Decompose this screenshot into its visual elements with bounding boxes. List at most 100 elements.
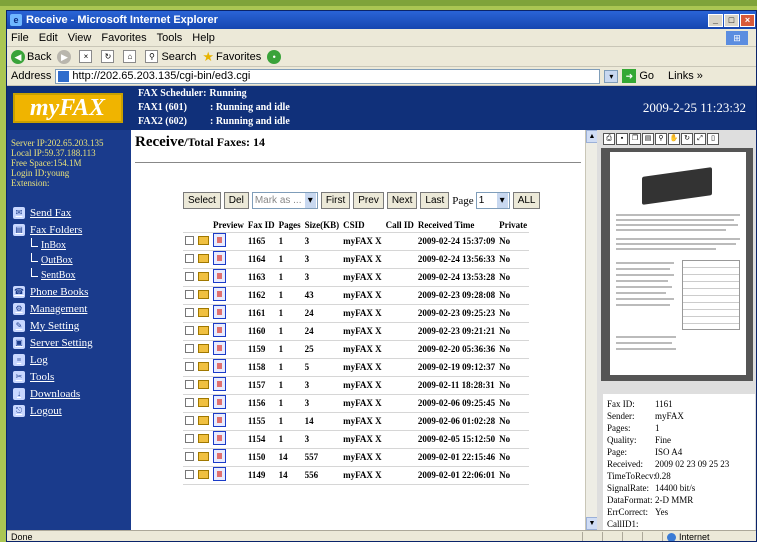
fax-callid — [383, 285, 416, 305]
minimize-button[interactable]: _ — [708, 13, 723, 27]
row-checkbox[interactable] — [185, 451, 194, 461]
preview-icon[interactable] — [213, 287, 226, 301]
back-button[interactable]: ◀ Back — [11, 49, 51, 64]
first-button[interactable]: First — [320, 192, 351, 209]
nav-inbox[interactable]: InBox — [13, 238, 131, 253]
preview-icon[interactable] — [213, 305, 226, 319]
stop-button[interactable]: × — [79, 50, 95, 63]
table-row[interactable]: 1149 14 556 myFAX X 2009-02-01 22:06:01 No — [183, 465, 530, 485]
menu-file[interactable]: File — [11, 32, 29, 44]
table-row[interactable]: 1163 1 3 myFAX X 2009-02-24 13:53:28 No — [183, 267, 530, 287]
fit-icon[interactable]: ⤢ — [694, 133, 706, 145]
table-row[interactable]: 1156 1 3 myFAX X 2009-02-06 09:25:45 No — [183, 393, 530, 413]
table-row[interactable]: 1150 14 557 myFAX X 2009-02-01 22:15:46 No — [183, 447, 530, 467]
preview-icon[interactable] — [213, 467, 226, 481]
nav-my-setting[interactable]: ✎ My Setting — [13, 317, 131, 334]
table-row[interactable]: 1161 1 24 myFAX X 2009-02-23 09:25:23 No — [183, 303, 530, 323]
prev-button[interactable]: Prev — [353, 192, 384, 209]
row-checkbox[interactable] — [185, 469, 194, 479]
close-button[interactable]: × — [740, 13, 755, 27]
fax-size: 24 — [302, 321, 342, 341]
preview-icon[interactable] — [213, 449, 226, 463]
row-checkbox[interactable] — [185, 361, 194, 371]
preview-icon[interactable] — [213, 377, 226, 391]
preview-icon[interactable] — [213, 233, 226, 247]
preview-icon[interactable] — [213, 269, 226, 283]
nav-downloads[interactable]: ↓ Downloads — [13, 385, 131, 402]
row-checkbox[interactable] — [185, 307, 194, 317]
preview-icon[interactable] — [213, 341, 226, 355]
menu-tools[interactable]: Tools — [157, 32, 183, 44]
forward-button[interactable]: ▶ — [57, 49, 73, 64]
print-icon[interactable]: ⎙ — [603, 133, 615, 145]
preview-icon[interactable] — [213, 413, 226, 427]
menu-view[interactable]: View — [68, 32, 92, 44]
table-row[interactable]: 1158 1 5 myFAX X 2009-02-19 09:12:37 No — [183, 357, 530, 377]
preview-icon[interactable] — [213, 431, 226, 445]
select-button[interactable]: Select — [183, 192, 221, 209]
nav-tools[interactable]: ✂ Tools — [13, 368, 131, 385]
rotate-icon[interactable]: ↻ — [681, 133, 693, 145]
fax-info-row: Quality: Fine — [607, 434, 755, 446]
table-row[interactable]: 1165 1 3 myFAX X 2009-02-24 15:37:09 No — [183, 231, 530, 251]
favorites-button[interactable]: ★ Favorites — [202, 49, 261, 65]
fax-preview-area[interactable] — [601, 148, 753, 381]
nav-send-fax[interactable]: ✉ Send Fax — [13, 204, 131, 221]
delete-button[interactable]: Del — [223, 192, 249, 209]
nav-log[interactable]: ≡ Log — [13, 351, 131, 368]
preview-icon[interactable] — [213, 359, 226, 373]
preview-icon[interactable] — [213, 323, 226, 337]
preview-icon[interactable] — [213, 395, 226, 409]
nav-server-setting[interactable]: ▣ Server Setting — [13, 334, 131, 351]
row-checkbox[interactable] — [185, 271, 194, 281]
links-button[interactable]: Links » — [668, 70, 703, 82]
menu-edit[interactable]: Edit — [39, 32, 58, 44]
refresh-button[interactable]: ↻ — [101, 50, 117, 63]
hand-icon[interactable]: ✋ — [668, 133, 680, 145]
table-row[interactable]: 1164 1 3 myFAX X 2009-02-24 13:56:33 No — [183, 249, 530, 269]
row-checkbox[interactable] — [185, 325, 194, 335]
page-select[interactable]: 1 — [475, 192, 510, 209]
mark-as-select[interactable]: Mark as ... — [251, 192, 318, 209]
table-row[interactable]: 1159 1 25 myFAX X 2009-02-20 05:36:36 No — [183, 339, 530, 359]
zoom-icon[interactable]: ⚲ — [655, 133, 667, 145]
page-view-icon[interactable]: ▯ — [707, 133, 719, 145]
menu-favorites[interactable]: Favorites — [101, 32, 146, 44]
all-button[interactable]: ALL — [512, 192, 541, 209]
nav-management[interactable]: ⚙ Management — [13, 300, 131, 317]
nav-logout[interactable]: ⎋ Logout — [13, 402, 131, 419]
row-checkbox[interactable] — [185, 433, 194, 443]
row-checkbox[interactable] — [185, 253, 194, 263]
menu-help[interactable]: Help — [192, 32, 215, 44]
row-checkbox[interactable] — [185, 397, 194, 407]
vertical-scrollbar[interactable]: ▲ ▼ — [585, 130, 598, 530]
copy-icon[interactable]: ❐ — [629, 133, 641, 145]
row-checkbox[interactable] — [185, 235, 194, 245]
row-checkbox[interactable] — [185, 379, 194, 389]
pages-icon[interactable]: ▤ — [642, 133, 654, 145]
address-input[interactable]: http://202.65.203.135/cgi-bin/ed3.cgi — [55, 68, 601, 84]
table-row[interactable]: 1160 1 24 myFAX X 2009-02-23 09:21:21 No — [183, 321, 530, 341]
go-button[interactable]: Go — [639, 70, 654, 82]
home-button[interactable]: ⌂ — [123, 50, 139, 63]
table-row[interactable]: 1155 1 14 myFAX X 2009-02-06 01:02:28 No — [183, 411, 530, 431]
row-checkbox[interactable] — [185, 289, 194, 299]
save-icon[interactable]: ▪ — [616, 133, 628, 145]
row-checkbox[interactable] — [185, 415, 194, 425]
row-checkbox[interactable] — [185, 343, 194, 353]
maximize-button[interactable]: □ — [724, 13, 739, 27]
nav-outbox[interactable]: OutBox — [13, 253, 131, 268]
nav-phone-books[interactable]: ☎ Phone Books — [13, 283, 131, 300]
table-row[interactable]: 1157 1 3 myFAX X 2009-02-11 18:28:31 No — [183, 375, 530, 395]
address-dropdown-button[interactable]: ▾ — [604, 69, 619, 83]
preview-icon[interactable] — [213, 251, 226, 265]
go-arrow-icon[interactable]: ➜ — [622, 69, 637, 83]
nav-sentbox[interactable]: SentBox — [13, 268, 131, 283]
table-row[interactable]: 1162 1 43 myFAX X 2009-02-23 09:28:08 No — [183, 285, 530, 305]
search-button[interactable]: ⚲ Search — [145, 50, 196, 63]
table-row[interactable]: 1154 1 3 myFAX X 2009-02-05 15:12:50 No — [183, 429, 530, 449]
next-button[interactable]: Next — [386, 192, 418, 209]
nav-fax-folders[interactable]: ▤ Fax Folders — [13, 221, 131, 238]
media-button[interactable]: • — [267, 49, 283, 64]
last-button[interactable]: Last — [420, 192, 450, 209]
